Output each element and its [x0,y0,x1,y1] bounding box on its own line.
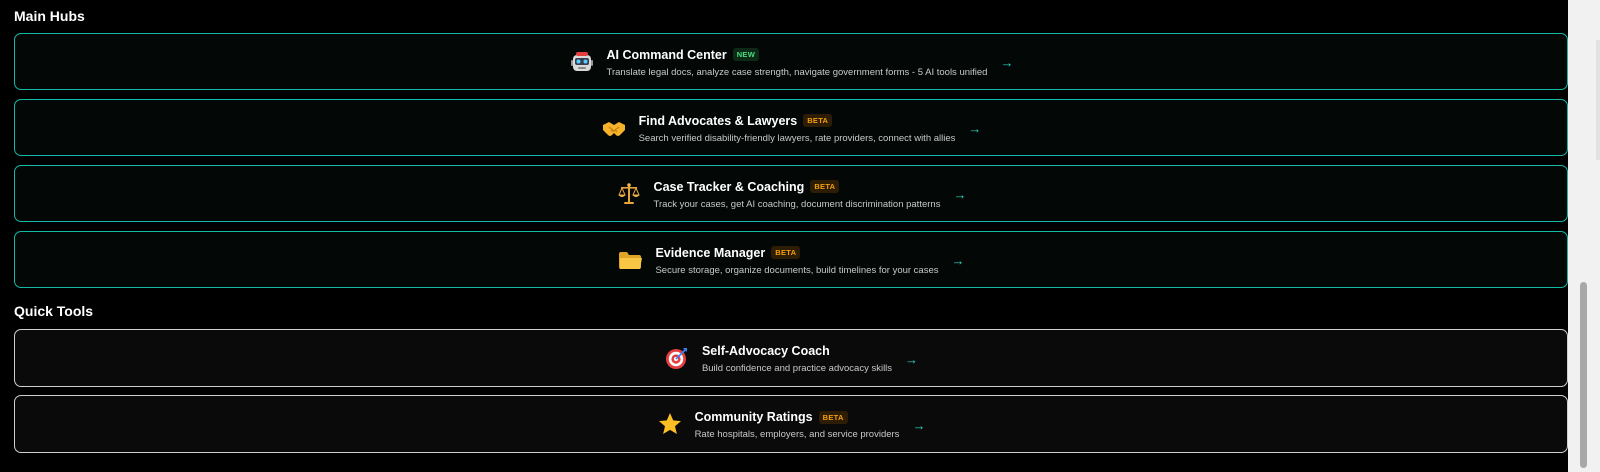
hub-card-evidence-manager[interactable]: Evidence Manager BETA Secure storage, or… [14,231,1568,288]
beta-badge: BETA [803,114,833,127]
tool-title: Community Ratings [694,410,813,424]
tool-title: Self-Advocacy Coach [701,344,830,358]
hub-description: Search verified disability-friendly lawy… [638,132,956,144]
hub-card-find-advocates[interactable]: Find Advocates & Lawyers BETA Search ver… [14,99,1568,156]
beta-badge: BETA [810,180,840,193]
scrollbar-edge [1596,40,1600,160]
main-hubs-heading: Main Hubs [14,8,85,24]
arrow-right-icon: → [1000,55,1014,70]
arrow-right-icon: → [912,417,926,433]
hub-card-case-tracker[interactable]: Case Tracker & Coaching BETA Track your … [14,165,1568,222]
tool-description: Build confidence and practice advocacy s… [701,363,893,374]
page: Main Hubs AI Command Center NEW Translat… [0,0,1600,472]
handshake-icon [601,115,627,141]
quick-tools-heading: Quick Tools [14,303,94,319]
hub-title: Find Advocates & Lawyers [638,113,798,128]
arrow-right-icon: → [905,351,919,367]
scales-icon [616,181,642,207]
arrow-right-icon: → [968,121,982,136]
star-icon [657,411,683,437]
target-icon [664,345,690,371]
page-scrollbar[interactable] [1568,0,1600,472]
robot-icon [569,49,595,75]
arrow-right-icon: → [953,187,967,202]
beta-badge: BETA [771,246,801,259]
hub-title: Case Tracker & Coaching [653,179,805,194]
hub-description: Secure storage, organize documents, buil… [655,264,939,276]
hub-title: AI Command Center [606,47,727,62]
beta-badge: BETA [818,410,848,424]
scrollbar-thumb[interactable] [1580,282,1587,468]
hub-card-ai-command-center[interactable]: AI Command Center NEW Translate legal do… [14,33,1568,90]
hub-description: Translate legal docs, analyze case stren… [606,66,988,78]
tool-description: Rate hospitals, employers, and service p… [694,429,900,440]
hub-description: Track your cases, get AI coaching, docum… [653,198,941,210]
tool-card-self-advocacy-coach[interactable]: Self-Advocacy Coach Build confidence and… [14,329,1568,387]
hub-list: Main Hubs AI Command Center NEW Translat… [14,0,1568,461]
arrow-right-icon: → [951,253,965,268]
tool-card-community-ratings[interactable]: Community Ratings BETA Rate hospitals, e… [14,395,1568,453]
hub-title: Evidence Manager [655,245,766,260]
new-badge: NEW [732,48,760,61]
folder-icon [617,247,643,273]
